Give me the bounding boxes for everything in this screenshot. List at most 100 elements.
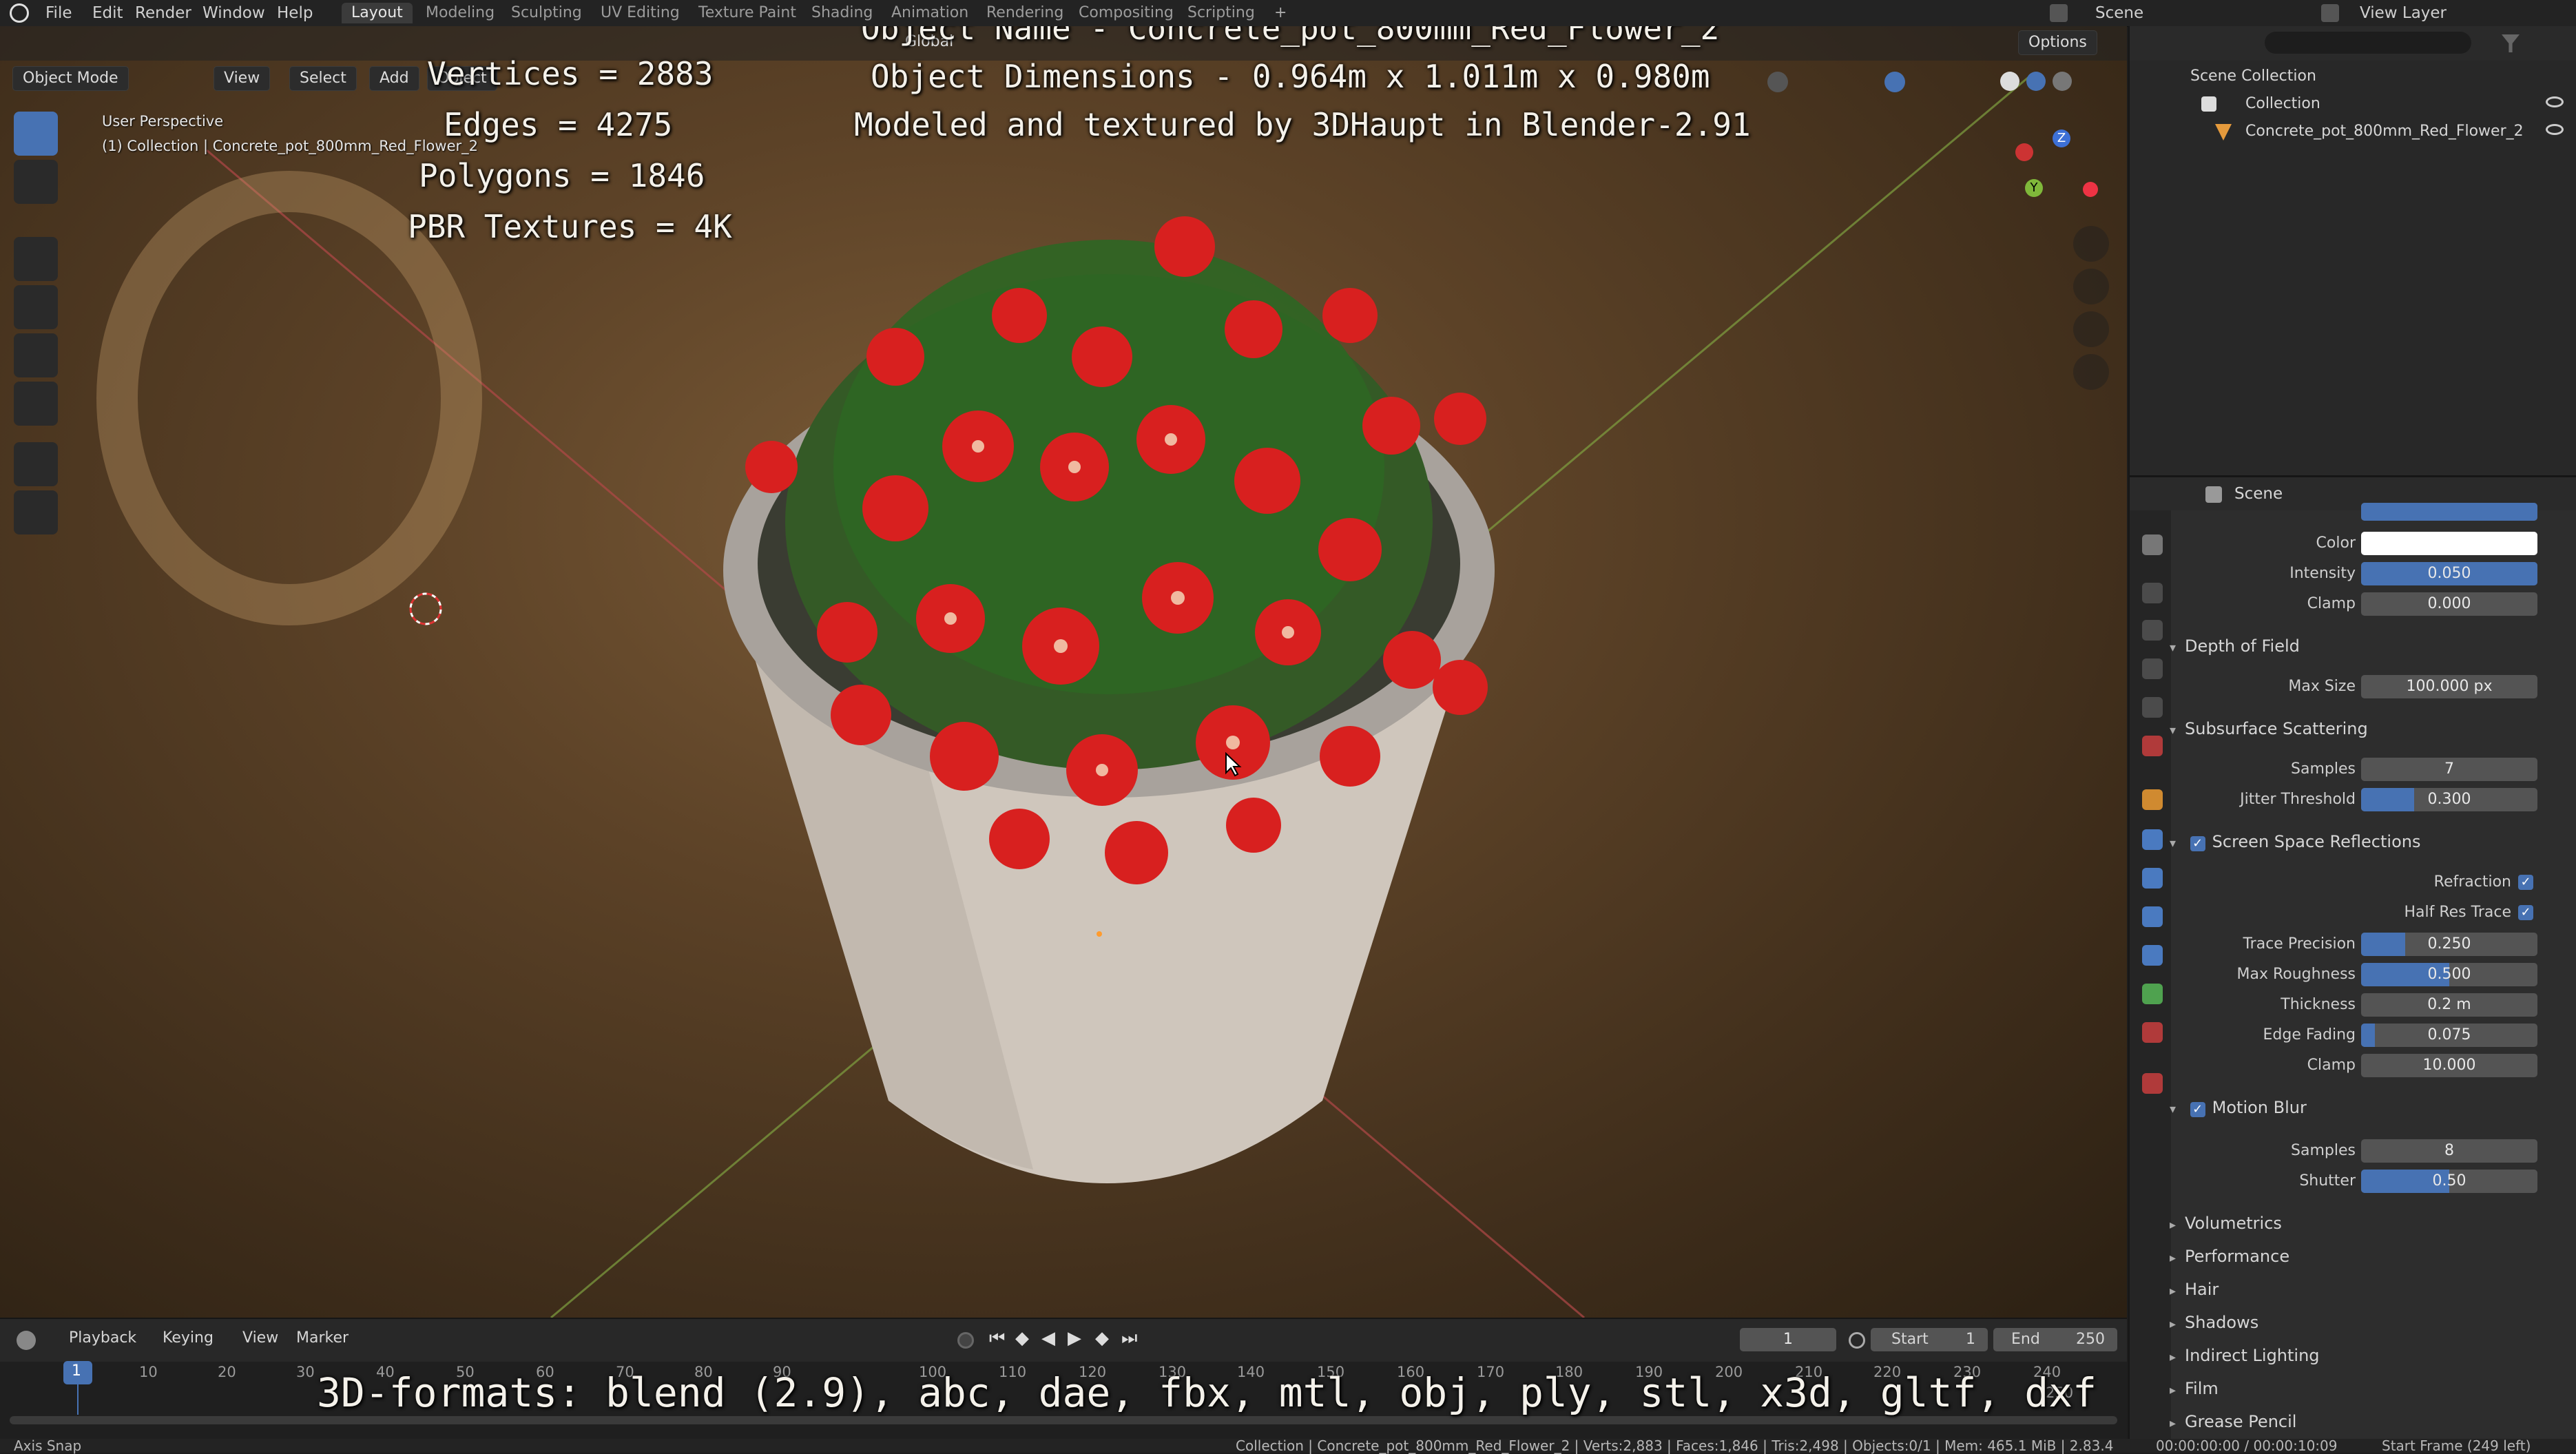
tab-layout[interactable]: Layout xyxy=(342,3,413,23)
particles-tab-icon[interactable] xyxy=(2142,868,2163,889)
prev-keyframe-icon[interactable]: ◆ xyxy=(1015,1328,1029,1349)
tool-tab-icon[interactable] xyxy=(2142,534,2163,555)
edge-fading-field[interactable]: 0.075 xyxy=(2361,1024,2537,1047)
blender-logo-icon[interactable] xyxy=(10,3,29,23)
jump-end-icon[interactable]: ⏭ xyxy=(1121,1328,1137,1349)
volumetrics-panel[interactable]: ▸ Volumetrics xyxy=(2170,1214,2282,1233)
menu-help[interactable]: Help xyxy=(277,4,313,22)
collection-checkbox[interactable] xyxy=(2201,96,2216,112)
menu-file[interactable]: File xyxy=(45,4,72,22)
hair-panel[interactable]: ▸ Hair xyxy=(2170,1280,2219,1299)
outliner-search-input[interactable] xyxy=(2265,32,2471,54)
shadows-panel[interactable]: ▸ Shadows xyxy=(2170,1313,2258,1332)
play-reverse-icon[interactable]: ◀ xyxy=(1041,1328,1055,1349)
camera-view-icon[interactable] xyxy=(2073,311,2109,347)
collection-item[interactable]: Collection xyxy=(2245,95,2320,112)
film-panel[interactable]: ▸ Film xyxy=(2170,1379,2219,1398)
physics-tab-icon[interactable] xyxy=(2142,906,2163,927)
current-frame-field[interactable]: 1 xyxy=(1740,1328,1836,1351)
z-axis-dot[interactable]: Z xyxy=(2053,129,2070,147)
rotate-tool[interactable] xyxy=(14,285,58,329)
trace-precision-field[interactable]: 0.250 xyxy=(2361,933,2537,956)
shading-material-icon[interactable] xyxy=(2026,72,2046,91)
shutter-field[interactable]: 0.50 xyxy=(2361,1170,2537,1193)
data-tab-icon[interactable] xyxy=(2142,984,2163,1004)
grease-pencil-panel[interactable]: ▸ Grease Pencil xyxy=(2170,1412,2296,1431)
max-roughness-field[interactable]: 0.500 xyxy=(2361,963,2537,986)
indirect-lighting-panel[interactable]: ▸ Indirect Lighting xyxy=(2170,1346,2320,1365)
thickness-field[interactable]: 0.2 m xyxy=(2361,993,2537,1017)
tab-animation[interactable]: Animation xyxy=(882,3,978,23)
shading-rendered-icon[interactable] xyxy=(2053,72,2072,91)
end-frame-field[interactable]: End 250 xyxy=(1993,1328,2117,1351)
menu-window[interactable]: Window xyxy=(202,4,265,22)
menu-render[interactable]: Render xyxy=(135,4,191,22)
view-layer-icon[interactable] xyxy=(2321,4,2339,22)
visibility-eye-icon[interactable] xyxy=(2546,124,2564,135)
scene-collection-item[interactable]: Scene Collection xyxy=(2190,67,2316,85)
add-workspace-icon[interactable]: + xyxy=(1265,3,1296,23)
timeline-menu-playback[interactable]: Playback xyxy=(69,1329,136,1347)
outliner-object-item[interactable]: Concrete_pot_800mm_Red_Flower_2 xyxy=(2245,123,2524,140)
world-tab-icon[interactable] xyxy=(2142,736,2163,756)
pan-hand-icon[interactable] xyxy=(2073,269,2109,304)
radius-field[interactable] xyxy=(2361,503,2537,521)
tab-scripting[interactable]: Scripting xyxy=(1178,3,1265,23)
max-size-field[interactable]: 100.000 px xyxy=(2361,675,2537,698)
texture-tab-icon[interactable] xyxy=(2142,1073,2163,1094)
navigation-gizmo[interactable]: Z Y xyxy=(2011,129,2108,226)
select-box-tool[interactable] xyxy=(14,112,58,156)
timeline-menu-keying[interactable]: Keying xyxy=(163,1329,214,1347)
timeline-menu-marker[interactable]: Marker xyxy=(296,1329,349,1347)
menu-edit[interactable]: Edit xyxy=(92,4,123,22)
move-tool[interactable] xyxy=(14,237,58,281)
start-frame-field[interactable]: Start 1 xyxy=(1871,1328,1988,1351)
scale-tool[interactable] xyxy=(14,333,58,377)
ao-color-swatch[interactable] xyxy=(2361,532,2537,555)
modifiers-tab-icon[interactable] xyxy=(2142,829,2163,850)
output-tab-icon[interactable] xyxy=(2142,620,2163,641)
timeline-menu-view[interactable]: View xyxy=(242,1329,278,1347)
ao-clamp-field[interactable]: 0.000 xyxy=(2361,592,2537,616)
neg-x-axis-dot[interactable] xyxy=(2083,182,2098,197)
jitter-threshold-field[interactable]: 0.300 xyxy=(2361,788,2537,811)
options-dropdown[interactable]: Options xyxy=(2018,30,2097,55)
half-res-trace-checkbox[interactable]: ✓ xyxy=(2518,905,2533,920)
tab-compositing[interactable]: Compositing xyxy=(1069,3,1183,23)
viewport-menu-add[interactable]: Add xyxy=(369,66,419,91)
grid-ortho-icon[interactable] xyxy=(2073,354,2109,390)
overlays-icon[interactable] xyxy=(1884,72,1905,92)
jump-start-icon[interactable]: ⏮ xyxy=(989,1328,1005,1349)
stopwatch-icon[interactable] xyxy=(1849,1332,1865,1349)
scene-tab-icon[interactable] xyxy=(2142,697,2163,718)
play-icon[interactable]: ▶ xyxy=(1068,1328,1081,1349)
tab-texture-paint[interactable]: Texture Paint xyxy=(689,3,806,23)
record-icon[interactable] xyxy=(957,1332,974,1349)
render-tab-icon[interactable] xyxy=(2142,583,2163,603)
scene-name[interactable]: Scene xyxy=(2095,4,2143,22)
ssr-checkbox[interactable]: ✓ xyxy=(2190,836,2205,851)
timeline-scrollbar[interactable] xyxy=(10,1416,2117,1424)
sss-samples-field[interactable]: 7 xyxy=(2361,758,2537,781)
viewport-menu-view[interactable]: View xyxy=(214,66,271,91)
tab-rendering[interactable]: Rendering xyxy=(977,3,1073,23)
zoom-icon[interactable] xyxy=(2073,226,2109,262)
view-layer-tab-icon[interactable] xyxy=(2142,658,2163,679)
annotate-tool[interactable] xyxy=(14,442,58,486)
performance-panel[interactable]: ▸ Performance xyxy=(2170,1247,2289,1266)
ssr-clamp-field[interactable]: 10.000 xyxy=(2361,1054,2537,1077)
viewport-menu-select[interactable]: Select xyxy=(289,66,357,91)
tab-sculpting[interactable]: Sculpting xyxy=(501,3,592,23)
visibility-eye-icon[interactable] xyxy=(2546,96,2564,107)
timeline-editor-icon[interactable] xyxy=(17,1331,36,1350)
gizmo-visibility-icon[interactable] xyxy=(1767,72,1788,92)
mb-samples-field[interactable]: 8 xyxy=(2361,1139,2537,1163)
depth-of-field-panel[interactable]: ▾ Depth of Field xyxy=(2170,636,2300,656)
constraints-tab-icon[interactable] xyxy=(2142,945,2163,966)
cursor-tool[interactable] xyxy=(14,160,58,204)
intensity-field[interactable]: 0.050 xyxy=(2361,562,2537,585)
motion-blur-panel[interactable]: ▾ ✓ Motion Blur xyxy=(2170,1098,2307,1117)
view-layer-name[interactable]: View Layer xyxy=(2360,4,2447,22)
tab-shading[interactable]: Shading xyxy=(802,3,882,23)
material-tab-icon[interactable] xyxy=(2142,1022,2163,1043)
